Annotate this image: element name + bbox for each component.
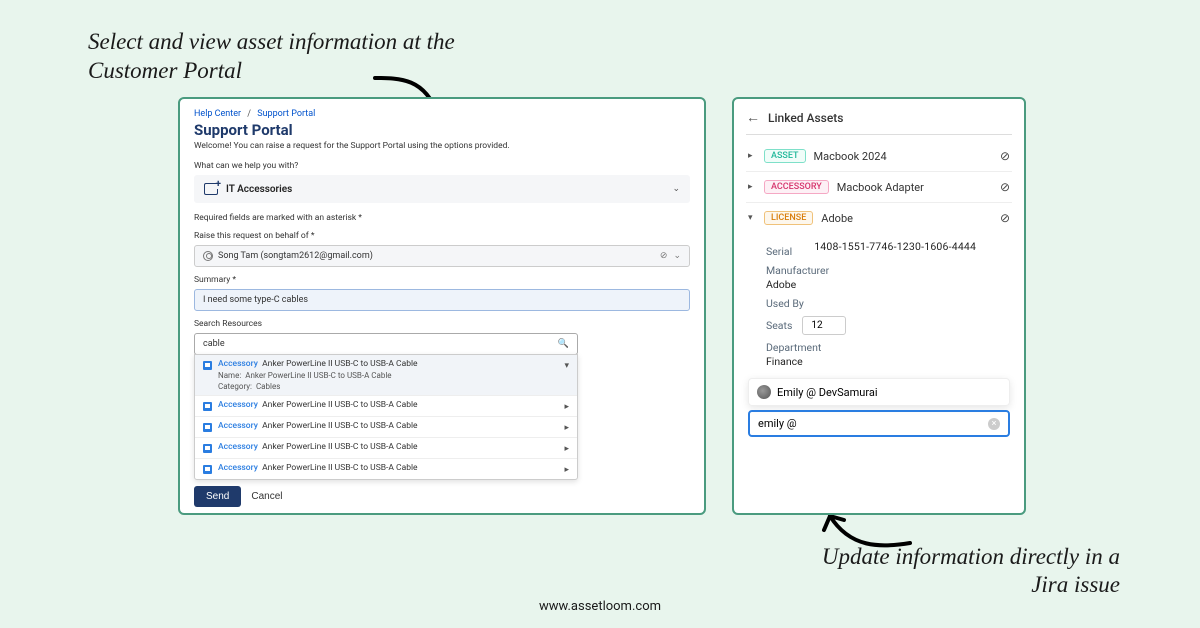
welcome-text: Welcome! You can raise a request for the…	[194, 141, 690, 151]
chevron-right-icon: ▸	[564, 423, 569, 433]
asset-name: Macbook 2024	[814, 150, 887, 163]
accessory-badge: ACCESSORY	[764, 180, 829, 194]
chevron-right-icon: ▸	[564, 444, 569, 454]
dropdown-item[interactable]: Accessory Anker PowerLine II USB-C to US…	[195, 417, 577, 438]
user-search-value: emily @	[758, 417, 797, 430]
search-icon: 🔍	[558, 339, 569, 349]
seats-input[interactable]: 12	[802, 316, 846, 335]
linked-assets-title: Linked Assets	[768, 111, 843, 125]
required-note: Required fields are marked with an aster…	[194, 213, 690, 223]
chevron-down-icon[interactable]: ⌄	[673, 251, 681, 261]
asset-name: Adobe	[821, 212, 853, 225]
serial-label: Serial	[766, 245, 792, 258]
user-icon	[203, 251, 213, 261]
department-value: Finance	[766, 355, 1008, 368]
dropdown-item[interactable]: Accessory Anker PowerLine II USB-C to US…	[195, 459, 577, 479]
user-suggestion[interactable]: Emily @ DevSamurai	[748, 378, 1010, 406]
chevron-right-icon: ▸	[564, 402, 569, 412]
asset-row-expanded[interactable]: ▾ LICENSE Adobe ⊘	[746, 203, 1012, 233]
user-suggest-name: Emily @ DevSamurai	[777, 386, 878, 399]
clear-icon[interactable]: ×	[988, 418, 1000, 430]
portal-title: Support Portal	[194, 121, 690, 139]
breadcrumb: Help Center / Support Portal	[194, 109, 690, 119]
clear-icon[interactable]: ⊘	[660, 251, 668, 261]
accessory-icon	[203, 444, 212, 453]
category-value: IT Accessories	[226, 184, 292, 195]
license-details: Serial 1408-1551-7746-1230-1606-4444 Man…	[746, 233, 1012, 372]
accessory-icon	[203, 423, 212, 432]
dropdown-item-expanded[interactable]: Accessory Anker PowerLine II USB-C to US…	[195, 355, 577, 396]
footer-url: www.assetloom.com	[0, 599, 1200, 614]
dropdown-item[interactable]: Accessory Anker PowerLine II USB-C to US…	[195, 438, 577, 459]
asset-badge: ASSET	[764, 149, 806, 163]
search-resources-input[interactable]: cable 🔍	[194, 333, 578, 355]
asset-name: Macbook Adapter	[837, 181, 924, 194]
cancel-button[interactable]: Cancel	[251, 491, 282, 502]
department-label: Department	[766, 341, 1008, 354]
category-select[interactable]: IT Accessories ⌄	[194, 175, 690, 203]
summary-label: Summary *	[194, 275, 690, 285]
asset-row[interactable]: ▸ ACCESSORY Macbook Adapter ⊘	[746, 172, 1012, 203]
behalf-input[interactable]: Song Tam (songtam2612@gmail.com) ⊘⌄	[194, 245, 690, 267]
accessory-icon	[203, 402, 212, 411]
search-dropdown: Accessory Anker PowerLine II USB-C to US…	[194, 354, 578, 480]
caret-right-icon[interactable]: ▸	[748, 182, 756, 192]
behalf-label: Raise this request on behalf of *	[194, 231, 690, 241]
chevron-right-icon: ▸	[564, 465, 569, 475]
caret-down-icon[interactable]: ▾	[748, 213, 756, 223]
chevron-down-icon: ▾	[564, 361, 569, 371]
usedby-label: Used By	[766, 297, 1008, 310]
dropdown-item[interactable]: Accessory Anker PowerLine II USB-C to US…	[195, 396, 577, 417]
unlink-icon[interactable]: ⊘	[1000, 149, 1010, 163]
serial-value: 1408-1551-7746-1230-1606-4444	[814, 240, 976, 258]
breadcrumb-help-center[interactable]: Help Center	[194, 109, 241, 119]
it-accessories-icon	[204, 183, 218, 195]
avatar	[757, 385, 771, 399]
unlink-icon[interactable]: ⊘	[1000, 180, 1010, 194]
chevron-down-icon: ⌄	[672, 184, 680, 194]
caret-right-icon[interactable]: ▸	[748, 151, 756, 161]
asset-row[interactable]: ▸ ASSET Macbook 2024 ⊘	[746, 141, 1012, 172]
search-resources-label: Search Resources	[194, 319, 690, 329]
summary-input[interactable]: I need some type-C cables	[194, 289, 690, 311]
send-button[interactable]: Send	[194, 486, 241, 507]
manufacturer-value: Adobe	[766, 278, 1008, 291]
support-portal-panel: Help Center / Support Portal Support Por…	[178, 97, 706, 515]
unlink-icon[interactable]: ⊘	[1000, 211, 1010, 225]
help-label: What can we help you with?	[194, 161, 690, 171]
manufacturer-label: Manufacturer	[766, 264, 1008, 277]
back-arrow-icon[interactable]: ←	[746, 109, 760, 126]
accessory-icon	[203, 465, 212, 474]
accessory-icon	[203, 361, 212, 370]
breadcrumb-support-portal[interactable]: Support Portal	[257, 109, 315, 119]
seats-label: Seats	[766, 319, 792, 332]
user-search-input[interactable]: emily @ ×	[748, 410, 1010, 437]
linked-assets-panel: ← Linked Assets ▸ ASSET Macbook 2024 ⊘ ▸…	[732, 97, 1026, 515]
license-badge: LICENSE	[764, 211, 813, 225]
